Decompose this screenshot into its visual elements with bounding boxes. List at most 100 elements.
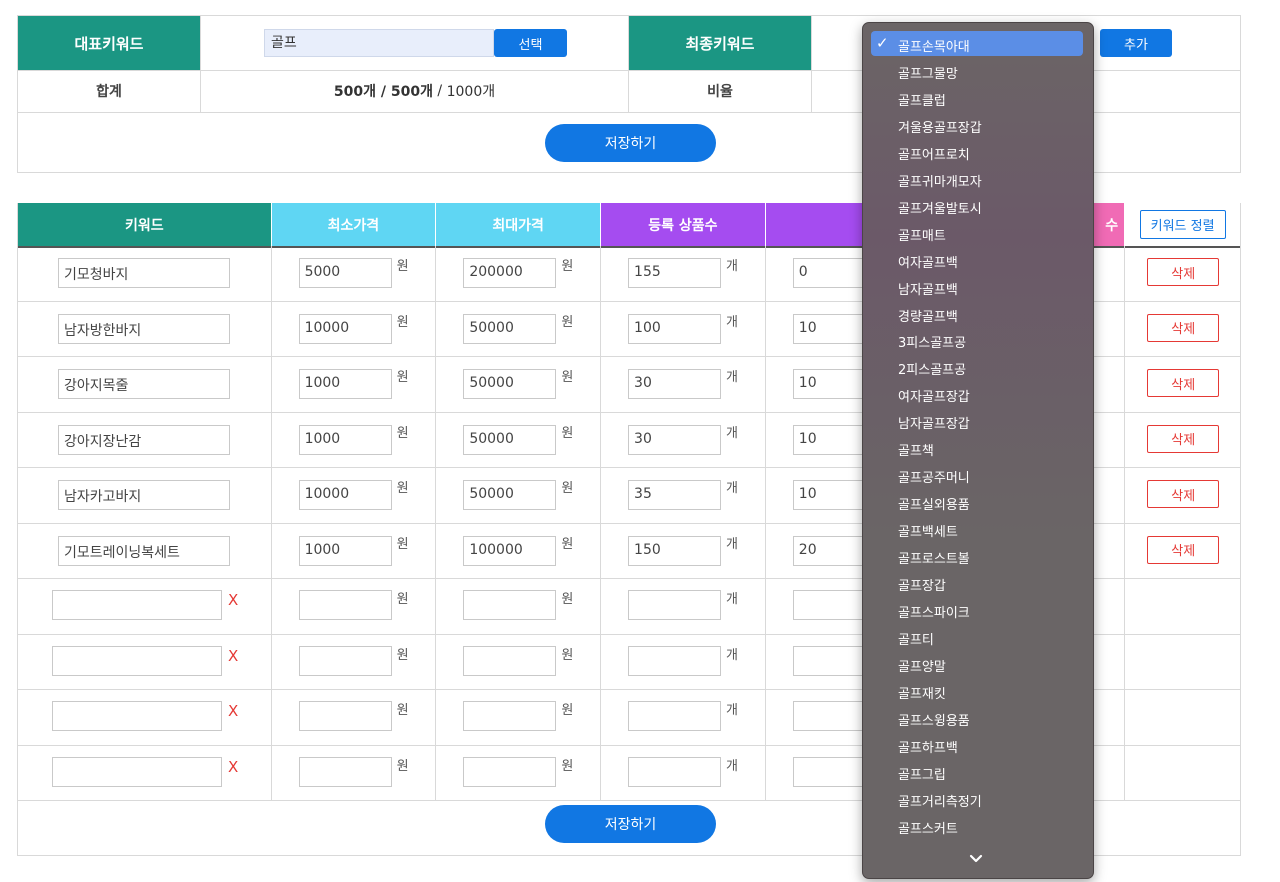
clear-x-icon[interactable]: X	[228, 702, 238, 720]
min-price-input[interactable]: 10000	[298, 313, 392, 344]
keyword-input[interactable]	[52, 756, 222, 787]
table-cell: 기모청바지	[18, 246, 272, 301]
dropdown-option[interactable]: 남자골프백	[898, 279, 958, 298]
min-price-input[interactable]: 1000	[298, 369, 392, 399]
keyword-input[interactable]	[52, 645, 222, 676]
save-button-top[interactable]: 저장하기	[545, 124, 716, 162]
keyword-input[interactable]: 강아지목줄	[58, 369, 230, 399]
min-price-input[interactable]	[298, 756, 392, 787]
registered-count-input[interactable]	[628, 645, 722, 676]
table-cell: 5000 원	[272, 246, 437, 301]
table-cell: 150 개	[601, 523, 766, 578]
max-price-input[interactable]: 50000	[463, 313, 557, 344]
select-button[interactable]: 선택	[494, 29, 567, 57]
max-price-input[interactable]	[463, 645, 557, 676]
min-price-input[interactable]	[298, 590, 392, 620]
dropdown-option[interactable]: 골프그물망	[898, 63, 958, 82]
add-button[interactable]: 추가	[1100, 29, 1172, 57]
max-price-input[interactable]: 50000	[463, 369, 557, 399]
dropdown-option[interactable]: 골프어프로치	[898, 144, 970, 163]
dropdown-option[interactable]: 골프실외용품	[898, 494, 970, 513]
delete-button[interactable]: 삭제	[1147, 313, 1220, 342]
keyword-sort-button[interactable]: 키워드 정렬	[1139, 210, 1226, 239]
max-price-input[interactable]	[463, 701, 557, 731]
dropdown-option[interactable]: 남자골프장갑	[898, 413, 970, 432]
clear-x-icon[interactable]: X	[228, 647, 238, 665]
keyword-input[interactable]: 남자카고바지	[58, 480, 230, 510]
min-price-input[interactable]	[298, 645, 392, 676]
keyword-input[interactable]	[52, 701, 222, 731]
keyword-input[interactable]: 남자방한바지	[58, 313, 230, 344]
table-cell: 원	[272, 634, 437, 689]
min-price-input[interactable]: 10000	[298, 480, 392, 510]
dropdown-option[interactable]: 골프스커트	[898, 818, 958, 837]
delete-button[interactable]: 삭제	[1147, 480, 1220, 508]
max-price-input[interactable]: 200000	[463, 258, 557, 288]
dropdown-option[interactable]: 골프매트	[898, 225, 946, 244]
dropdown-option[interactable]: 골프티	[898, 629, 934, 648]
final-keyword-dropdown[interactable]: ✓ 골프손목아대 골프그물망 골프클럽 겨울용골프장갑 골프어프로치 골프귀마개모자 골프겨…	[862, 22, 1094, 879]
table-cell: 강아지목줄	[18, 357, 272, 412]
registered-count-input[interactable]	[628, 701, 722, 731]
registered-count-input[interactable]	[628, 590, 722, 620]
min-price-input[interactable]: 1000	[298, 424, 392, 455]
header-min-price: 최소가격	[271, 203, 437, 246]
dropdown-option-selected[interactable]: 골프손목아대	[898, 36, 970, 55]
dropdown-option[interactable]: 골프백세트	[898, 521, 958, 540]
rep-keyword-input[interactable]: 골프	[264, 29, 494, 57]
registered-count-input[interactable]: 150	[628, 535, 722, 566]
registered-count-input[interactable]: 30	[628, 369, 722, 399]
dropdown-option[interactable]: 여자골프장갑	[898, 386, 970, 405]
table-cell: X	[18, 634, 272, 689]
save-button-bottom[interactable]: 저장하기	[545, 805, 716, 843]
dropdown-option[interactable]: 골프장갑	[898, 575, 946, 594]
dropdown-option[interactable]: 골프책	[898, 440, 934, 459]
unit-label: 원	[396, 425, 409, 441]
dropdown-option[interactable]: 골프그립	[898, 764, 946, 783]
delete-button[interactable]: 삭제	[1147, 535, 1220, 564]
min-price-input[interactable]	[298, 701, 392, 731]
table-cell: 남자방한바지	[18, 301, 272, 356]
dropdown-option[interactable]: 골프하프백	[898, 737, 958, 756]
dropdown-option[interactable]: 2피스골프공	[898, 359, 966, 378]
dropdown-option[interactable]: 골프공주머니	[898, 467, 970, 486]
max-price-input[interactable]: 50000	[463, 424, 557, 455]
max-price-input[interactable]	[463, 590, 557, 620]
delete-button[interactable]: 삭제	[1147, 258, 1220, 286]
min-price-input[interactable]: 5000	[298, 258, 392, 288]
dropdown-option[interactable]: 골프재킷	[898, 683, 946, 702]
table-cell: 1000 원	[272, 357, 437, 412]
registered-count-input[interactable]: 100	[628, 313, 722, 344]
registered-count-input[interactable]: 35	[628, 480, 722, 510]
dropdown-option[interactable]: 골프귀마개모자	[898, 171, 982, 190]
min-price-input[interactable]: 1000	[298, 535, 392, 566]
dropdown-option[interactable]: 골프스윙용품	[898, 710, 970, 729]
dropdown-option[interactable]: 골프스파이크	[898, 602, 970, 621]
dropdown-option[interactable]: 골프로스트볼	[898, 548, 970, 567]
registered-count-input[interactable]: 30	[628, 424, 722, 455]
dropdown-option[interactable]: 골프겨울발토시	[898, 198, 982, 217]
max-price-input[interactable]: 50000	[463, 480, 557, 510]
keyword-input[interactable]: 강아지장난감	[58, 424, 230, 455]
dropdown-option[interactable]: 겨울용골프장갑	[898, 117, 982, 136]
dropdown-option[interactable]: 골프클럽	[898, 90, 946, 109]
dropdown-option[interactable]: 3피스골프공	[898, 332, 966, 351]
table-cell: 155 개	[601, 246, 766, 301]
registered-count-input[interactable]	[628, 756, 722, 787]
dropdown-option[interactable]: 골프양말	[898, 656, 946, 675]
chevron-down-icon[interactable]	[969, 852, 983, 866]
dropdown-option[interactable]: 여자골프백	[898, 252, 958, 271]
keyword-input[interactable]	[52, 590, 222, 620]
dropdown-option[interactable]: 경량골프백	[898, 306, 958, 325]
dropdown-option[interactable]: 골프거리측정기	[898, 791, 982, 810]
clear-x-icon[interactable]: X	[228, 591, 238, 609]
delete-button[interactable]: 삭제	[1147, 424, 1220, 453]
unit-label: 원	[396, 370, 409, 385]
max-price-input[interactable]: 100000	[463, 535, 557, 566]
keyword-input[interactable]: 기모청바지	[58, 258, 230, 288]
registered-count-input[interactable]: 155	[628, 258, 722, 288]
delete-button[interactable]: 삭제	[1147, 369, 1220, 397]
keyword-input[interactable]: 기모트레이닝복세트	[58, 535, 230, 566]
max-price-input[interactable]	[463, 756, 557, 787]
clear-x-icon[interactable]: X	[228, 758, 238, 776]
